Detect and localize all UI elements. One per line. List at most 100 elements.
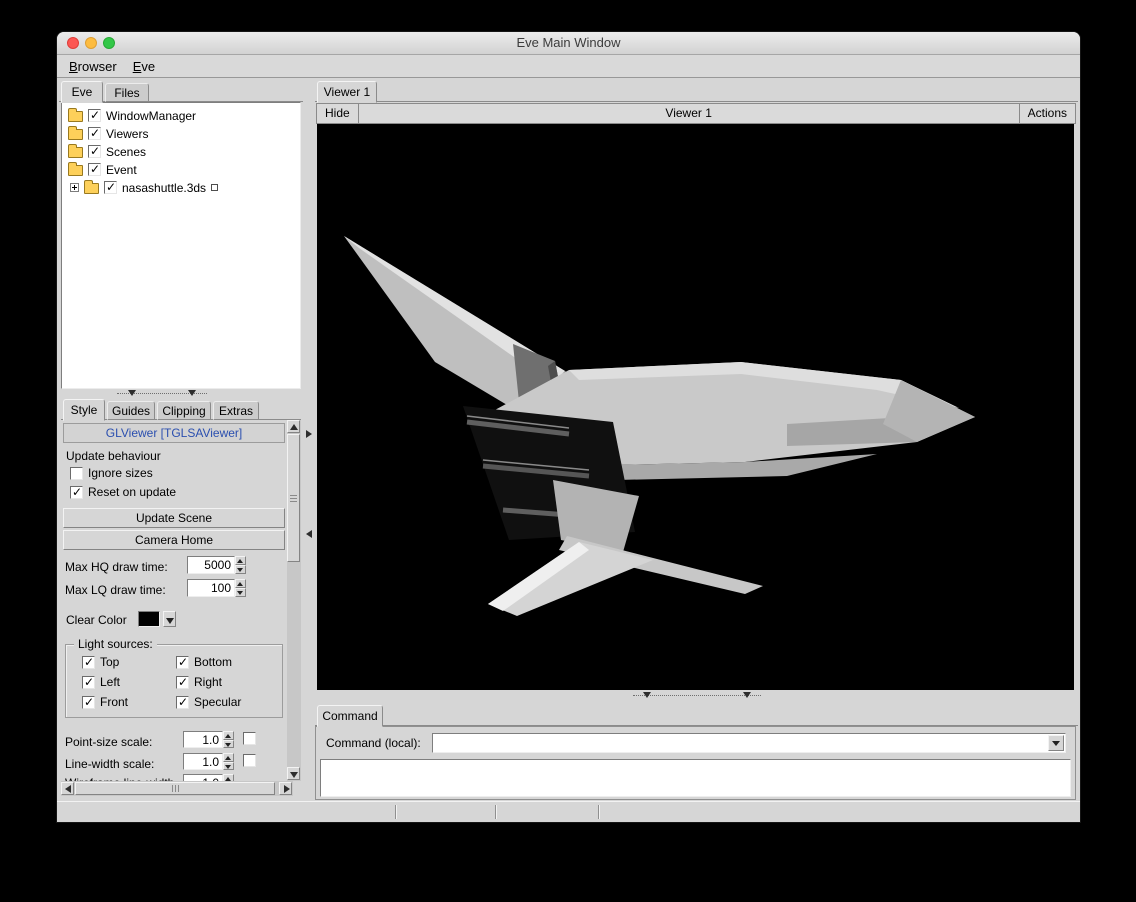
- eve-main-window: Eve Main Window Browser Eve Eve Files Wi…: [57, 32, 1080, 822]
- line-width-label: Line-width scale:: [65, 757, 154, 771]
- tree-checkbox[interactable]: [88, 163, 101, 176]
- folder-icon: [84, 183, 99, 194]
- tree-checkbox[interactable]: [88, 127, 101, 140]
- light-specular-row: Specular: [176, 695, 241, 709]
- menu-eve[interactable]: Eve: [126, 57, 164, 76]
- line-width-value[interactable]: 1.0: [183, 753, 223, 770]
- splitter-arrow-icon[interactable]: [128, 390, 136, 396]
- chevron-down-icon: [166, 618, 174, 624]
- arrow-down-icon: [290, 772, 298, 778]
- tab-viewer-1[interactable]: Viewer 1: [317, 81, 377, 103]
- tree-checkbox[interactable]: [104, 181, 117, 194]
- combobox-dropdown-icon[interactable]: [1048, 735, 1064, 751]
- light-left-row: Left: [82, 675, 120, 689]
- gl-viewport[interactable]: [317, 124, 1074, 690]
- spin-down-icon[interactable]: [223, 740, 234, 749]
- reset-on-update-label: Reset on update: [88, 485, 176, 499]
- wireframe-spinner: 1.0: [183, 774, 234, 781]
- tree-item-windowmanager[interactable]: WindowManager: [68, 107, 196, 124]
- zoom-window-icon[interactable]: [103, 37, 115, 49]
- splitter-arrow-icon[interactable]: [306, 530, 312, 538]
- light-right-checkbox[interactable]: [176, 676, 189, 689]
- shuttle-3d-model: [317, 124, 1074, 690]
- tree-checkbox[interactable]: [88, 145, 101, 158]
- vscroll-thumb[interactable]: [287, 434, 300, 562]
- clear-color-swatch[interactable]: [138, 611, 160, 627]
- actions-button[interactable]: Actions: [1019, 104, 1075, 123]
- light-left-checkbox[interactable]: [82, 676, 95, 689]
- camera-home-button[interactable]: Camera Home: [63, 530, 285, 550]
- folder-icon: [68, 147, 83, 158]
- status-separator: [495, 805, 497, 819]
- scroll-right-button[interactable]: [279, 782, 292, 795]
- light-bottom-checkbox[interactable]: [176, 656, 189, 669]
- spin-up-icon[interactable]: [223, 774, 234, 781]
- point-size-checkbox[interactable]: [243, 732, 256, 745]
- status-bar: [57, 801, 1080, 822]
- tab-eve[interactable]: Eve: [61, 81, 103, 103]
- point-size-value[interactable]: 1.0: [183, 731, 223, 748]
- tab-files[interactable]: Files: [105, 83, 149, 102]
- glviewer-link[interactable]: GLViewer [TGLSAViewer]: [63, 423, 285, 443]
- spin-up-icon[interactable]: [235, 556, 246, 565]
- hscroll-thumb[interactable]: [75, 782, 275, 795]
- minimize-window-icon[interactable]: [85, 37, 97, 49]
- tree-item-event[interactable]: Event: [68, 161, 137, 178]
- tab-command[interactable]: Command: [317, 705, 383, 727]
- spin-down-icon[interactable]: [235, 565, 246, 574]
- spin-up-icon[interactable]: [223, 731, 234, 740]
- tab-style[interactable]: Style: [63, 399, 105, 421]
- light-sources-group: Light sources: Top Left Front Bottom: [65, 644, 283, 718]
- open-folder-icon: [68, 165, 83, 176]
- tree-item-scenes[interactable]: Scenes: [68, 143, 146, 160]
- close-window-icon[interactable]: [67, 37, 79, 49]
- tab-extras[interactable]: Extras: [213, 401, 259, 420]
- max-hq-value[interactable]: 5000: [187, 556, 235, 574]
- panel-vsplitter[interactable]: [303, 78, 315, 800]
- splitter-arrow-icon[interactable]: [643, 692, 651, 698]
- thumb-grip-icon: [172, 785, 179, 792]
- max-hq-label: Max HQ draw time:: [65, 560, 168, 574]
- scroll-down-button[interactable]: [287, 767, 300, 780]
- viewer-command-splitter[interactable]: [315, 691, 1078, 700]
- light-top-checkbox[interactable]: [82, 656, 95, 669]
- update-behaviour-label: Update behaviour: [66, 449, 161, 463]
- tree-item-viewers[interactable]: Viewers: [68, 125, 148, 142]
- tab-clipping[interactable]: Clipping: [157, 401, 211, 420]
- screen: Eve Main Window Browser Eve Eve Files Wi…: [0, 0, 1136, 902]
- style-panel-vscrollbar[interactable]: [287, 420, 301, 781]
- arrow-up-icon: [290, 424, 298, 430]
- eve-tree-view: WindowManager Viewers Scenes Event: [61, 102, 301, 389]
- light-front-row: Front: [82, 695, 128, 709]
- light-specular-checkbox[interactable]: [176, 696, 189, 709]
- spin-down-icon[interactable]: [235, 588, 246, 597]
- tree-checkbox[interactable]: [88, 109, 101, 122]
- scroll-left-button[interactable]: [61, 782, 74, 795]
- reset-on-update-row: Reset on update: [70, 485, 176, 499]
- splitter-arrow-icon[interactable]: [188, 390, 196, 396]
- command-combobox[interactable]: [432, 733, 1066, 753]
- line-width-checkbox[interactable]: [243, 754, 256, 767]
- hide-button[interactable]: Hide: [317, 104, 359, 123]
- tab-guides[interactable]: Guides: [107, 401, 155, 420]
- spin-up-icon[interactable]: [235, 579, 246, 588]
- reset-on-update-checkbox[interactable]: [70, 486, 83, 499]
- spin-down-icon[interactable]: [223, 762, 234, 771]
- thumb-grip-icon: [290, 495, 297, 502]
- max-lq-value[interactable]: 100: [187, 579, 235, 597]
- menu-browser[interactable]: Browser: [62, 57, 126, 76]
- clear-color-dropdown-button[interactable]: [163, 611, 176, 627]
- spin-up-icon[interactable]: [223, 753, 234, 762]
- wireframe-value[interactable]: 1.0: [183, 774, 223, 781]
- light-front-checkbox[interactable]: [82, 696, 95, 709]
- tree-style-splitter[interactable]: [59, 389, 303, 398]
- splitter-arrow-icon[interactable]: [743, 692, 751, 698]
- ignore-sizes-checkbox[interactable]: [70, 467, 83, 480]
- splitter-arrow-icon[interactable]: [306, 430, 312, 438]
- expand-plus-icon[interactable]: [70, 183, 79, 192]
- left-panel-hscrollbar[interactable]: [61, 781, 293, 796]
- command-output-area[interactable]: [320, 759, 1071, 797]
- scroll-up-button[interactable]: [287, 420, 300, 433]
- tree-item-nasashuttle[interactable]: nasashuttle.3ds: [70, 179, 218, 196]
- update-scene-button[interactable]: Update Scene: [63, 508, 285, 528]
